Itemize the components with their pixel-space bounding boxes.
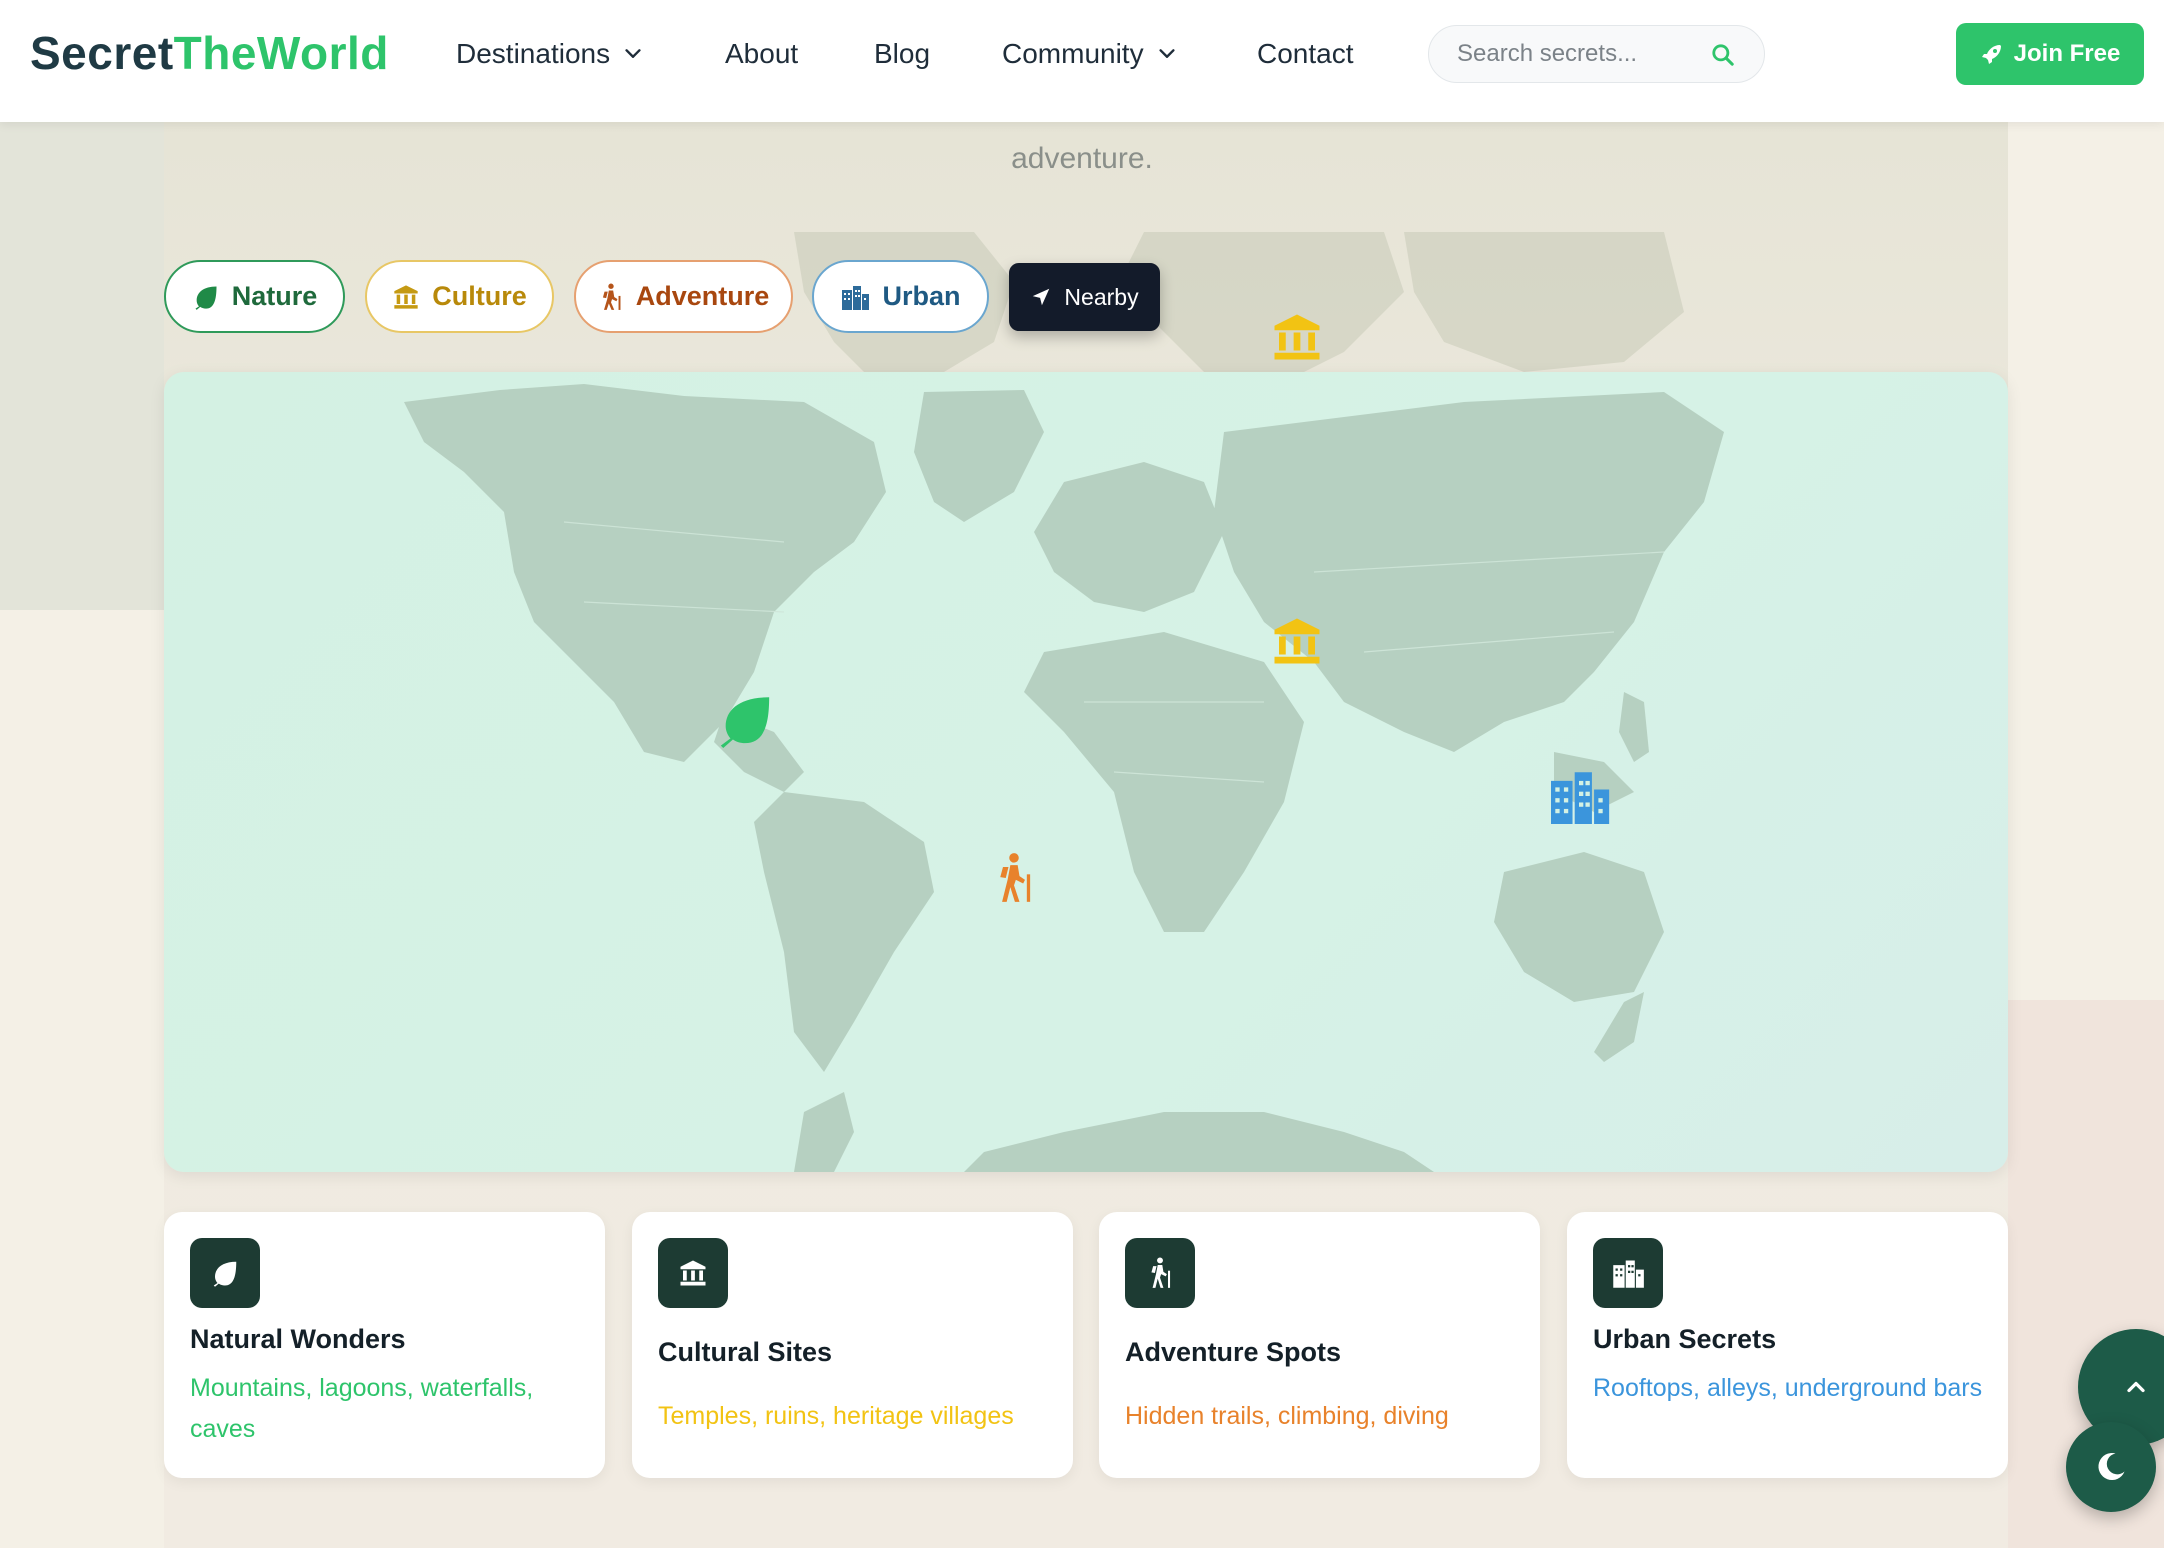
card-icon-box [190,1238,260,1308]
landmark-icon [394,284,418,309]
search-input[interactable] [1457,40,1707,68]
card-natural-wonders[interactable]: Natural Wonders Mountains, lagoons, wate… [164,1212,605,1478]
nav-contact[interactable]: Contact [1257,38,1354,70]
card-title: Adventure Spots [1125,1337,1342,1367]
filter-adventure-label: Adventure [635,281,770,311]
nav-about-label: About [725,38,799,69]
card-title: Natural Wonders [190,1324,406,1354]
adventure-marker[interactable] [992,850,1036,906]
page-background-left [0,122,164,610]
chevron-down-icon [1158,49,1175,58]
card-description: Hidden trails, climbing, diving [1125,1402,1449,1430]
card-icon-box [1125,1238,1195,1308]
filter-nearby-button[interactable]: Nearby [1009,263,1160,331]
hero-subtitle-tail: adventure. [1011,142,1153,175]
search-box [1428,25,1765,83]
card-description: Rooftops, alleys, underground bars [1593,1374,1983,1402]
filter-urban-label: Urban [882,281,961,311]
card-title: Cultural Sites [658,1337,833,1367]
moon-icon [2098,1453,2125,1481]
world-map-continents [404,384,1724,1172]
location-arrow-icon [1033,288,1050,306]
hiking-icon [1151,1257,1171,1288]
site-logo[interactable]: SecretTheWorld [30,26,389,80]
filter-nature-button[interactable]: Nature [164,260,345,333]
nav-blog-label: Blog [874,38,931,69]
nav-destinations-label: Destinations [456,38,611,69]
join-free-label: Join Free [2013,40,2121,67]
nav-contact-label: Contact [1257,38,1354,69]
join-free-button[interactable]: Join Free [1956,23,2144,85]
card-icon-box [658,1238,728,1308]
leaf-icon [195,286,217,310]
logo-part-theworld: TheWorld [173,27,389,79]
filter-adventure-button[interactable]: Adventure [574,260,793,333]
filter-urban-button[interactable]: Urban [812,260,989,333]
card-title: Urban Secrets [1593,1324,1777,1354]
chevron-up-icon [2127,1381,2145,1393]
chevron-down-icon [625,49,641,58]
nav-community[interactable]: Community [1002,38,1178,70]
site-header: SecretTheWorld Destinations About Blog C… [0,0,2164,122]
dark-mode-toggle[interactable] [2066,1422,2156,1512]
rocket-icon [1981,45,2001,64]
nav-about[interactable]: About [725,38,798,70]
nav-destinations[interactable]: Destinations [456,38,644,70]
filter-nature-label: Nature [231,281,318,311]
filter-culture-button[interactable]: Culture [365,260,554,333]
landmark-icon [680,1260,706,1286]
urban-marker[interactable] [1546,768,1612,824]
card-urban-secrets[interactable]: Urban Secrets Rooftops, alleys, undergro… [1567,1212,2008,1478]
filter-nearby-label: Nearby [1064,283,1139,310]
city-icon [842,285,870,310]
nav-community-label: Community [1002,38,1144,69]
background-landmark-marker [1274,314,1320,360]
card-icon-box [1593,1238,1663,1308]
filter-culture-label: Culture [432,281,527,311]
card-description: Temples, ruins, heritage villages [658,1402,1014,1430]
card-description: Mountains, lagoons, waterfalls, caves [190,1374,534,1443]
card-cultural-sites[interactable]: Cultural Sites Temples, ruins, heritage … [632,1212,1073,1478]
culture-marker[interactable] [1270,614,1324,668]
search-icon[interactable] [1710,42,1736,68]
leaf-icon [213,1261,237,1287]
nav-blog[interactable]: Blog [874,38,930,70]
world-map[interactable] [164,372,2008,1172]
nature-marker[interactable] [716,690,774,748]
card-adventure-spots[interactable]: Adventure Spots Hidden trails, climbing,… [1099,1212,1540,1478]
hiking-icon [602,283,621,310]
city-icon [1613,1260,1644,1288]
logo-part-secret: Secret [30,27,174,79]
